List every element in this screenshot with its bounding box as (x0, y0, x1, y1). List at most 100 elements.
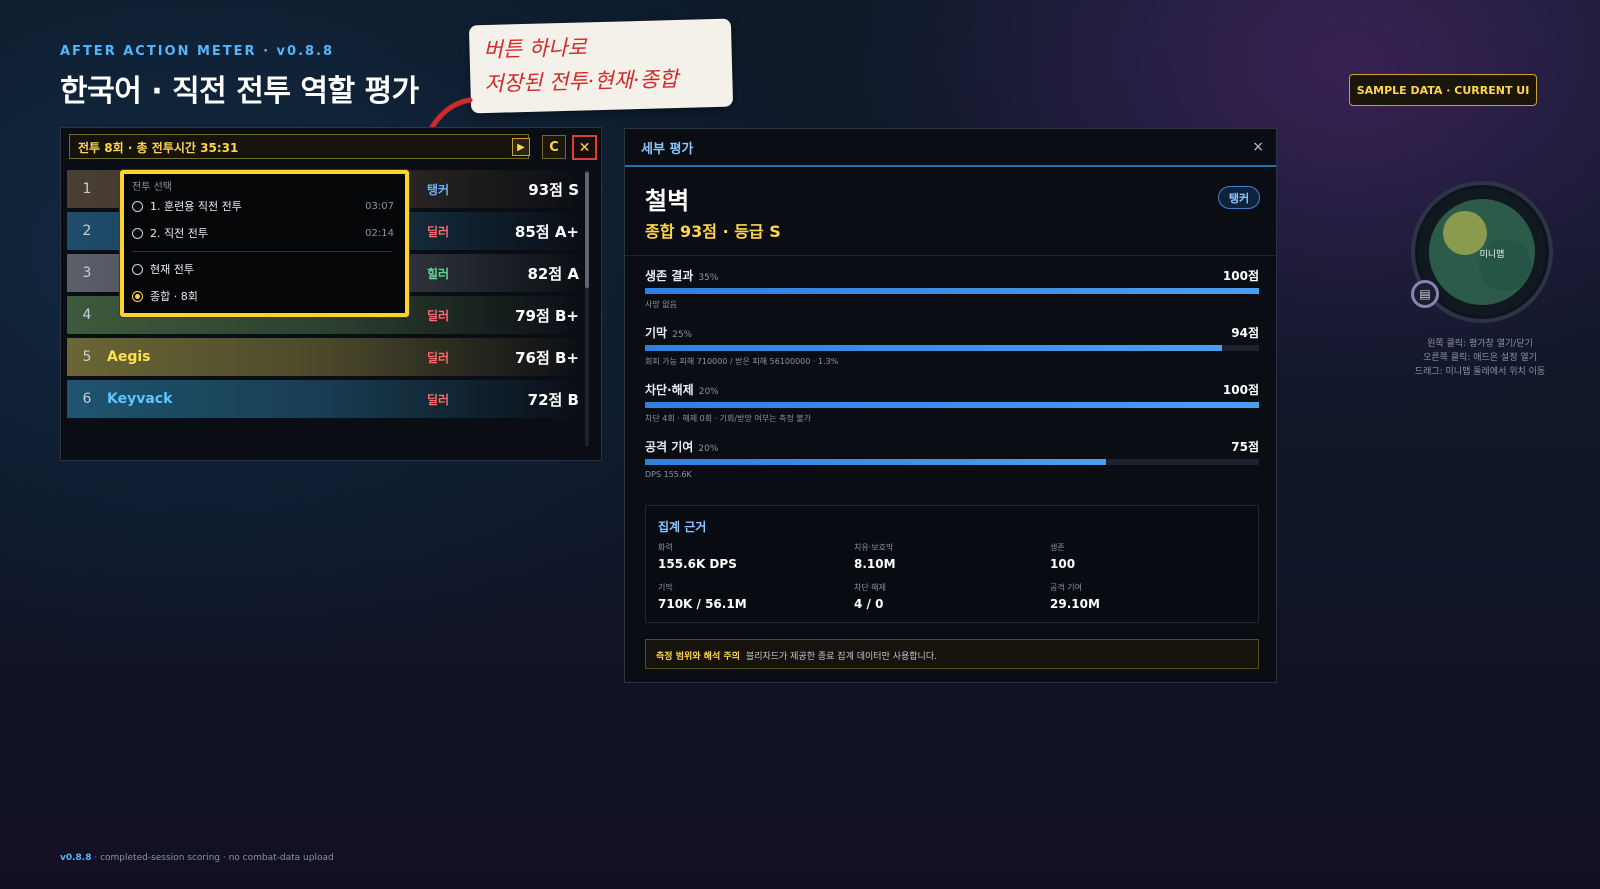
row-player-name: Keyvack (107, 391, 173, 407)
metric-weight: 20% (698, 444, 719, 454)
help-line: 왼쪽 클릭: 평가창 열기/닫기 (1427, 339, 1533, 349)
meter-row[interactable]: 5 Aegis 딜러 76점 B+ (67, 338, 587, 376)
basis-title: 집계 근거 (658, 520, 707, 534)
footer: v0.8.8 · completed-session scoring · no … (60, 853, 334, 863)
row-role: 딜러 (427, 224, 450, 239)
basis-cell: 생존 100 (1050, 542, 1240, 571)
row-score: 72점 B (527, 390, 579, 409)
basis-label: 치유·보호막 (854, 543, 894, 552)
row-score: 93점 S (528, 180, 579, 199)
row-rank: 1 (82, 181, 92, 197)
radio-button[interactable] (132, 263, 143, 275)
caution-box: 측정 범위와 해석 주의 블리자드가 제공한 종료 집계 데이터만 사용합니다. (645, 639, 1259, 669)
basis-box: 집계 근거 화력 155.6K DPS 치유·보호막 8.10M 생존 100 기막 710K… (645, 505, 1259, 623)
scroll-thumb[interactable] (585, 172, 589, 288)
metric-bar (645, 402, 1259, 408)
metric-item: 기막 25% 94점 회피 가능 피해 710000 / 받은 피해 56100000… (645, 322, 1259, 367)
basis-value: 710K / 56.1M (658, 597, 747, 611)
minimap-map: 미니맵 (1429, 199, 1535, 305)
metric-bar-fill (645, 459, 1106, 465)
close-button[interactable]: ✕ (572, 135, 597, 160)
row-rank: 4 (82, 307, 92, 323)
metric-item: 차단·해제 20% 100점 차단 4회 · 해제 0회 · 기회/받망 여부는 측정… (645, 379, 1259, 424)
metric-name: 생존 결과 (645, 269, 694, 283)
radio-button[interactable] (132, 290, 143, 302)
clear-button[interactable]: C (542, 135, 566, 159)
dropdown-option[interactable]: 1. 훈련용 직전 전투 03:07 (132, 196, 394, 216)
metric-score: 100점 (1222, 383, 1259, 397)
metric-bar (645, 288, 1259, 294)
radio-button[interactable] (132, 200, 143, 212)
row-player-name: Aegis (107, 349, 151, 365)
help-line: 드래그: 미니맵 둘레에서 위치 이동 (1414, 367, 1546, 377)
metric-bar (645, 345, 1259, 351)
row-score: 79점 B+ (515, 306, 579, 325)
metric-weight: 25% (672, 330, 693, 340)
metric-name: 공격 기여 (645, 440, 694, 454)
basis-label: 화력 (658, 543, 673, 552)
combat-select-dropdown: 전투 선택 1. 훈련용 직전 전투 03:07 2. 직전 전투 02:14 현재 전… (120, 170, 409, 317)
basis-cell: 차단·해제 4 / 0 (854, 582, 1044, 611)
basis-label: 기막 (658, 583, 673, 592)
row-rank: 6 (82, 391, 92, 407)
basis-label: 공격 기여 (1050, 583, 1082, 592)
metric-score: 94점 (1231, 326, 1259, 340)
option-duration: 03:07 (365, 200, 394, 212)
help-line: 오른쪽 클릭: 애드온 설정 열기 (1423, 353, 1537, 363)
detail-title: 세부 평가 (641, 142, 694, 157)
dropdown-option[interactable]: 종합 · 8회 (132, 286, 394, 306)
dropdown-separator (132, 251, 392, 252)
metric-bar (645, 459, 1259, 465)
close-icon: ✕ (578, 139, 591, 156)
basis-value: 29.10M (1050, 597, 1100, 611)
caution-text: 블리자드가 제공한 종료 집계 데이터만 사용합니다. (745, 652, 937, 662)
minimap-addon-button[interactable]: ▤ (1411, 280, 1439, 308)
callout-line-2: 저장된 전투·현재·종합 (484, 66, 679, 97)
radio-button[interactable] (132, 227, 143, 239)
list-icon: ▤ (1419, 287, 1431, 301)
dropdown-option[interactable]: 현재 전투 (132, 259, 394, 279)
minimap-help: 왼쪽 클릭: 평가창 열기/닫기 오른쪽 클릭: 애드온 설정 열기 드래그: … (1380, 337, 1580, 379)
basis-value: 8.10M (854, 557, 896, 571)
option-label: 2. 직전 전투 (150, 227, 208, 240)
close-icon: × (1252, 139, 1264, 155)
detail-header: 세부 평가 (625, 129, 1276, 167)
option-label: 1. 훈련용 직전 전투 (150, 200, 242, 213)
metric-name: 차단·해제 (645, 383, 694, 397)
row-role: 딜러 (427, 350, 450, 365)
metric-bar-fill (645, 402, 1259, 408)
callout-note: 버튼 하나로 저장된 전투·현재·종합 (468, 18, 734, 114)
basis-value: 155.6K DPS (658, 557, 737, 571)
row-role: 딜러 (427, 392, 450, 407)
basis-cell: 화력 155.6K DPS (658, 542, 848, 571)
metric-score: 75점 (1231, 440, 1259, 454)
metric-item: 생존 결과 35% 100점 사망 없음 (645, 265, 1259, 310)
row-rank: 5 (82, 349, 92, 365)
dropdown-heading: 전투 선택 (132, 182, 172, 193)
row-role: 딜러 (427, 308, 450, 323)
meter-header[interactable]: 전투 8회 · 총 전투시간 35:31 (69, 134, 529, 159)
footer-text: · completed-session scoring · no combat-… (91, 853, 334, 863)
player-summary: 종합 93점 · 등급 S (645, 222, 781, 241)
play-icon: ▶ (517, 141, 525, 153)
metric-bar-fill (645, 288, 1259, 294)
row-role: 탱커 (427, 182, 450, 197)
metric-note: 차단 4회 · 해제 0회 · 기회/받망 여부는 측정 불가 (645, 414, 811, 423)
basis-cell: 치유·보호막 8.10M (854, 542, 1044, 571)
detail-close-button[interactable]: × (1252, 139, 1264, 155)
player-name: 철벽 (645, 187, 690, 215)
row-rank: 2 (82, 223, 92, 239)
row-role: 힐러 (427, 266, 450, 281)
basis-cell: 공격 기여 29.10M (1050, 582, 1240, 611)
metric-note: DPS 155.6K (645, 470, 692, 479)
meter-row[interactable]: 6 Keyvack 딜러 72점 B (67, 380, 587, 418)
row-rank: 3 (82, 265, 92, 281)
detail-panel: 세부 평가 × 철벽 종합 93점 · 등급 S 탱커 생존 결과 35% 100점… (624, 128, 1277, 683)
metric-note: 회피 가능 피해 710000 / 받은 피해 56100000 · 1.3% (645, 357, 839, 366)
option-duration: 02:14 (365, 227, 394, 239)
basis-cell: 기막 710K / 56.1M (658, 582, 848, 611)
play-button[interactable]: ▶ (512, 138, 530, 156)
dropdown-option[interactable]: 2. 직전 전투 02:14 (132, 223, 394, 243)
header-divider (625, 255, 1276, 256)
option-label: 종합 · 8회 (150, 290, 198, 303)
